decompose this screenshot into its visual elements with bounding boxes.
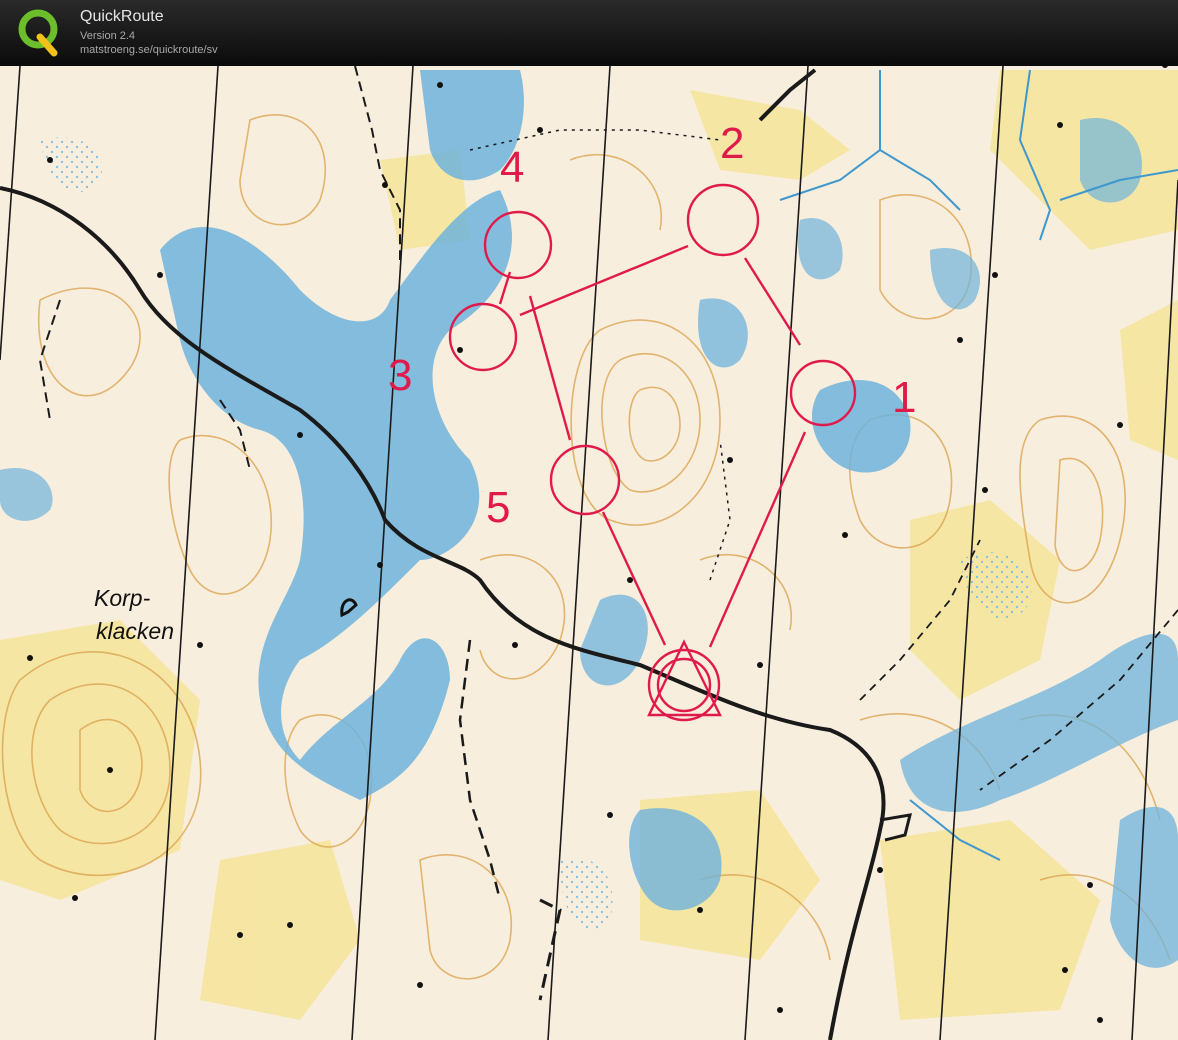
control-number-2: 2 xyxy=(720,119,744,168)
app-header: QuickRoute Version 2.4 matstroeng.se/qui… xyxy=(0,0,1178,66)
control-number-4: 4 xyxy=(500,143,524,192)
app-version: Version 2.4 xyxy=(80,30,136,42)
control-number-1: 1 xyxy=(892,373,916,422)
control-number-3: 3 xyxy=(388,351,412,400)
app-url: matstroeng.se/quickroute/sv xyxy=(80,44,218,56)
control-number-5: 5 xyxy=(486,483,510,532)
app-title: QuickRoute xyxy=(80,8,164,25)
place-label-line2: klacken xyxy=(96,618,174,644)
quickroute-logo-icon xyxy=(18,9,58,57)
orienteering-map[interactable]: Korp- klacken 1 2 3 4 5 xyxy=(0,66,1178,1040)
place-label-line1: Korp- xyxy=(94,585,151,611)
